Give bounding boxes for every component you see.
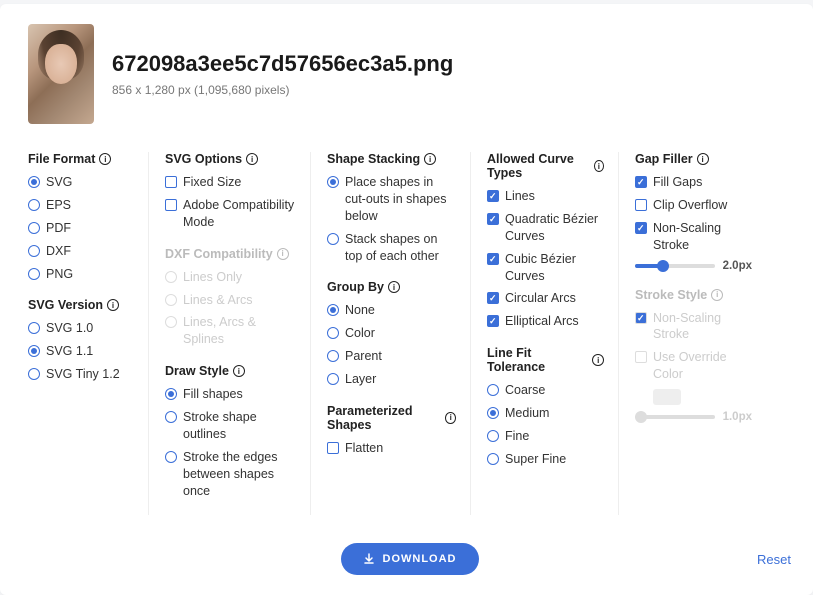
file-format-svg[interactable]: SVG: [28, 174, 134, 191]
file-format-section: File Format i SVG EPS PDF DXF PNG: [28, 152, 134, 282]
info-icon[interactable]: i: [388, 281, 400, 293]
group-by-section: Group By i None Color Parent Layer: [327, 280, 456, 388]
header: 672098a3ee5c7d57656ec3a5.png 856 x 1,280…: [28, 24, 791, 124]
draw-fill-shapes[interactable]: Fill shapes: [165, 386, 296, 403]
info-icon[interactable]: i: [246, 153, 258, 165]
curve-lines[interactable]: Lines: [487, 188, 604, 205]
info-icon[interactable]: i: [592, 354, 604, 366]
shape-stacking-title: Shape Stacking i: [327, 152, 456, 166]
fill-gaps-checkbox[interactable]: Fill Gaps: [635, 174, 752, 191]
svg-version-section: SVG Version i SVG 1.0 SVG 1.1 SVG Tiny 1…: [28, 298, 134, 383]
info-icon[interactable]: i: [424, 153, 436, 165]
curve-quadratic[interactable]: Quadratic Bézier Curves: [487, 211, 604, 245]
allowed-curves-title: Allowed Curve Types i: [487, 152, 604, 180]
stroke-non-scaling: Non-Scaling Stroke: [635, 310, 752, 344]
info-icon: i: [277, 248, 289, 260]
image-dimensions: 856 x 1,280 px (1,095,680 pixels): [112, 83, 453, 97]
line-fit-coarse[interactable]: Coarse: [487, 382, 604, 399]
flatten-checkbox[interactable]: Flatten: [327, 440, 456, 457]
dxf-lines-only: Lines Only: [165, 269, 296, 286]
gap-filler-value: 2.0px: [723, 260, 752, 272]
adobe-compat-checkbox[interactable]: Adobe Compatibility Mode: [165, 197, 296, 231]
image-thumbnail[interactable]: [28, 24, 94, 124]
stroke-style-title: Stroke Style i: [635, 288, 752, 302]
svg-options-section: SVG Options i Fixed Size Adobe Compatibi…: [165, 152, 296, 231]
info-icon[interactable]: i: [107, 299, 119, 311]
group-by-layer[interactable]: Layer: [327, 371, 456, 388]
file-format-dxf[interactable]: DXF: [28, 243, 134, 260]
stroke-style-section: Stroke Style i Non-Scaling Stroke Use Ov…: [635, 288, 752, 424]
file-format-title: File Format i: [28, 152, 134, 166]
info-icon[interactable]: i: [594, 160, 604, 172]
download-icon: [363, 553, 375, 565]
info-icon[interactable]: i: [697, 153, 709, 165]
clip-overflow-checkbox[interactable]: Clip Overflow: [635, 197, 752, 214]
group-by-parent[interactable]: Parent: [327, 348, 456, 365]
svg-version-1-0[interactable]: SVG 1.0: [28, 320, 134, 337]
curve-cubic[interactable]: Cubic Bézier Curves: [487, 251, 604, 285]
fixed-size-checkbox[interactable]: Fixed Size: [165, 174, 296, 191]
group-by-title: Group By i: [327, 280, 456, 294]
svg-version-1-1[interactable]: SVG 1.1: [28, 343, 134, 360]
draw-style-section: Draw Style i Fill shapes Stroke shape ou…: [165, 364, 296, 499]
draw-stroke-edges[interactable]: Stroke the edges between shapes once: [165, 449, 296, 500]
svg-version-title: SVG Version i: [28, 298, 134, 312]
gap-filler-section: Gap Filler i Fill Gaps Clip Overflow Non…: [635, 152, 752, 272]
curve-circular[interactable]: Circular Arcs: [487, 290, 604, 307]
file-format-eps[interactable]: EPS: [28, 197, 134, 214]
stroke-width-value: 1.0px: [723, 411, 752, 423]
filename-title: 672098a3ee5c7d57656ec3a5.png: [112, 51, 453, 77]
file-format-pdf[interactable]: PDF: [28, 220, 134, 237]
stroke-override-color: Use Override Color: [635, 349, 752, 383]
curve-elliptical[interactable]: Elliptical Arcs: [487, 313, 604, 330]
download-button[interactable]: DOWNLOAD: [341, 543, 479, 575]
dxf-compat-section: DXF Compatibility i Lines Only Lines & A…: [165, 247, 296, 349]
svg-options-title: SVG Options i: [165, 152, 296, 166]
param-shapes-title: Parameterized Shapes i: [327, 404, 456, 432]
shape-stacking-section: Shape Stacking i Place shapes in cut-out…: [327, 152, 456, 264]
line-fit-medium[interactable]: Medium: [487, 405, 604, 422]
dxf-lines-arcs-splines: Lines, Arcs & Splines: [165, 314, 296, 348]
shape-stacking-ontop[interactable]: Stack shapes on top of each other: [327, 231, 456, 265]
dxf-compat-title: DXF Compatibility i: [165, 247, 296, 261]
info-icon: i: [711, 289, 723, 301]
svg-version-tiny[interactable]: SVG Tiny 1.2: [28, 366, 134, 383]
allowed-curves-section: Allowed Curve Types i Lines Quadratic Bé…: [487, 152, 604, 330]
draw-stroke-outlines[interactable]: Stroke shape outlines: [165, 409, 296, 443]
group-by-color[interactable]: Color: [327, 325, 456, 342]
info-icon[interactable]: i: [233, 365, 245, 377]
line-fit-superfine[interactable]: Super Fine: [487, 451, 604, 468]
dxf-lines-arcs: Lines & Arcs: [165, 292, 296, 309]
draw-style-title: Draw Style i: [165, 364, 296, 378]
gap-filler-slider[interactable]: [635, 264, 715, 268]
file-format-png[interactable]: PNG: [28, 266, 134, 283]
color-swatch: [653, 389, 681, 405]
info-icon[interactable]: i: [99, 153, 111, 165]
line-fit-fine[interactable]: Fine: [487, 428, 604, 445]
shape-stacking-cutouts[interactable]: Place shapes in cut-outs in shapes below: [327, 174, 456, 225]
line-fit-title: Line Fit Tolerance i: [487, 346, 604, 374]
param-shapes-section: Parameterized Shapes i Flatten: [327, 404, 456, 457]
gap-filler-title: Gap Filler i: [635, 152, 752, 166]
reset-link[interactable]: Reset: [757, 552, 791, 567]
info-icon[interactable]: i: [445, 412, 456, 424]
stroke-width-slider: [635, 415, 715, 419]
non-scaling-stroke-checkbox[interactable]: Non-Scaling Stroke: [635, 220, 752, 254]
line-fit-section: Line Fit Tolerance i Coarse Medium Fine …: [487, 346, 604, 468]
stroke-color-swatch-row: [635, 389, 752, 405]
group-by-none[interactable]: None: [327, 302, 456, 319]
